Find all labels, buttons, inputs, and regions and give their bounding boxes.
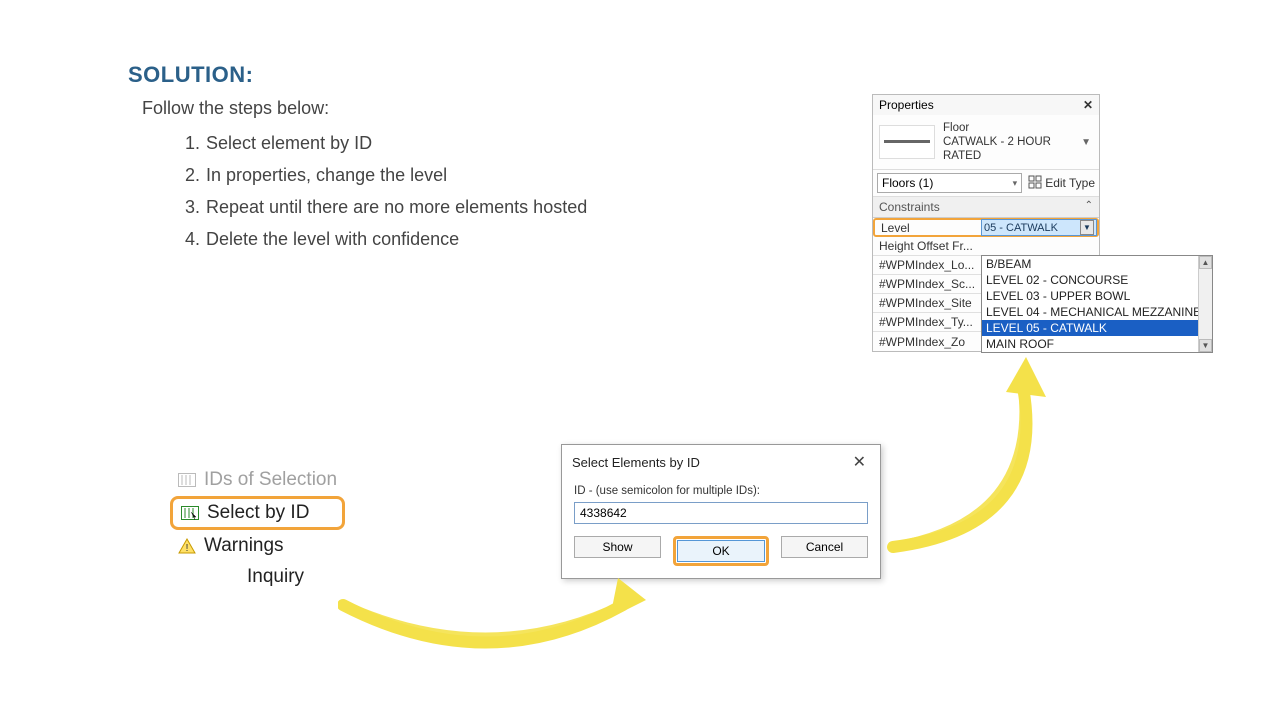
level-option[interactable]: LEVEL 02 - CONCOURSE [982,272,1212,288]
ok-button[interactable]: OK [677,540,765,562]
filter-select[interactable]: Floors (1) ▾ [877,173,1022,193]
id-input-label: ID - (use semicolon for multiple IDs): [574,485,868,497]
select-id-icon [181,504,199,522]
chevron-down-icon: ▾ [1013,178,1018,189]
cancel-button[interactable]: Cancel [781,536,868,558]
menu-ids-of-selection: IDs of Selection [170,464,345,496]
close-icon[interactable]: ✕ [1083,98,1093,112]
step-text: Repeat until there are no more elements … [206,197,587,217]
close-icon[interactable]: ✕ [849,452,870,472]
id-input[interactable] [574,502,868,524]
type-thumbnail [879,125,935,159]
step-text: Select element by ID [206,133,372,153]
level-param-label: Level [875,221,981,235]
step-text: In properties, change the level [206,165,447,185]
type-category: Floor [943,121,1071,135]
menu-label: Warnings [204,535,284,557]
edit-type-icon [1028,175,1042,192]
level-option[interactable]: MAIN ROOF [982,336,1212,352]
menu-warnings[interactable]: ! Warnings [170,530,345,562]
menu-label: IDs of Selection [204,469,337,491]
type-selector[interactable]: Floor CATWALK - 2 HOUR RATED ▼ [873,115,1099,170]
collapse-icon[interactable]: ⌃ [1085,200,1093,214]
param-label: #WPMIndex_Zo [873,335,979,349]
level-option[interactable]: B/BEAM [982,256,1212,272]
ids-icon [178,471,196,489]
property-level-row: Level 05 - CATWALK ▼ [873,218,1099,237]
show-button[interactable]: Show [574,536,661,558]
scroll-up-icon[interactable]: ▲ [1199,256,1212,269]
level-value: 05 - CATWALK [984,222,1058,234]
scroll-down-icon[interactable]: ▼ [1199,339,1212,352]
param-label: #WPMIndex_Ty... [873,315,979,329]
level-option[interactable]: LEVEL 03 - UPPER BOWL [982,288,1212,304]
solution-intro: Follow the steps below: [142,98,329,119]
chevron-down-icon[interactable]: ▼ [1080,220,1094,235]
filter-value: Floors (1) [882,176,933,190]
edit-type-button[interactable]: Edit Type [1028,175,1095,192]
param-label: #WPMIndex_Site [873,296,979,310]
edit-type-label: Edit Type [1045,176,1095,190]
properties-title: Properties [879,98,934,112]
dialog-title: Select Elements by ID [572,455,700,470]
annotation-arrow [878,352,1068,562]
solution-steps: 1.Select element by ID 2.In properties, … [178,128,587,256]
chevron-down-icon[interactable]: ▼ [1079,137,1093,148]
step-text: Delete the level with confidence [206,229,459,249]
warning-icon: ! [178,537,196,555]
level-option-selected[interactable]: LEVEL 05 - CATWALK [982,320,1212,336]
select-by-id-dialog: Select Elements by ID ✕ ID - (use semico… [561,444,881,579]
menu-label: Select by ID [207,502,309,524]
solution-heading: SOLUTION: [128,62,254,88]
ok-highlight: OK [673,536,769,566]
param-label: #WPMIndex_Lo... [873,258,979,272]
level-option[interactable]: LEVEL 04 - MECHANICAL MEZZANINE [982,304,1212,320]
menu-select-by-id[interactable]: Select by ID [170,496,345,530]
constraints-label: Constraints [879,200,940,214]
level-dropdown[interactable]: 05 - CATWALK ▼ [981,219,1097,236]
inquiry-panel-label: Inquiry [206,566,345,588]
param-label: Height Offset Fr... [873,239,979,253]
svg-text:!: ! [186,543,189,554]
property-row[interactable]: Height Offset Fr... [873,237,1099,256]
annotation-arrow [338,570,648,670]
level-dropdown-list: B/BEAM LEVEL 02 - CONCOURSE LEVEL 03 - U… [981,255,1213,353]
type-name: CATWALK - 2 HOUR RATED [943,135,1071,163]
param-label: #WPMIndex_Sc... [873,277,979,291]
inquiry-menu: IDs of Selection Select by ID ! Warnings… [170,464,345,588]
dropdown-scrollbar[interactable]: ▲ ▼ [1198,256,1212,352]
